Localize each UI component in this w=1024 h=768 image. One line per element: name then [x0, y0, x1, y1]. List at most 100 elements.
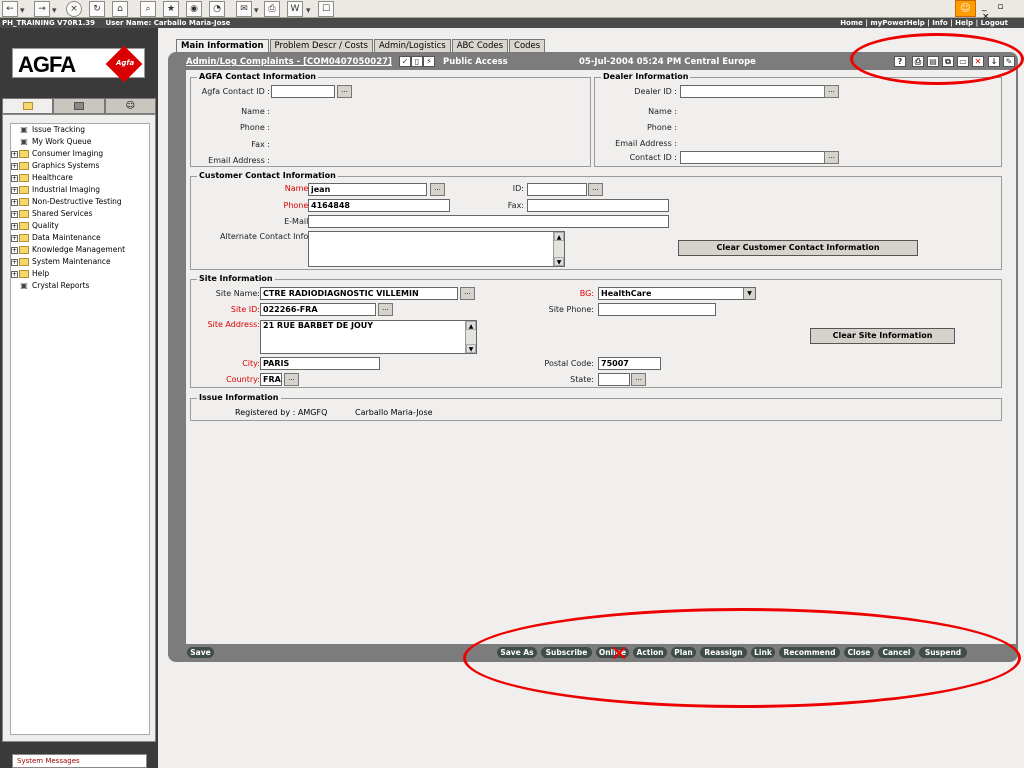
discuss-icon[interactable]: ☐ — [318, 1, 334, 17]
nav-item-label: My Work Queue — [32, 137, 92, 146]
expand-icon[interactable]: + — [11, 270, 18, 278]
header-links[interactable]: Home | myPowerHelp | Info | Help | Logou… — [840, 19, 1008, 27]
expand-icon[interactable]: + — [11, 162, 18, 170]
clear-customer-contact-button[interactable]: Clear Customer Contact Information — [678, 240, 918, 256]
flag-icon[interactable]: ✓ — [399, 56, 411, 67]
city-input[interactable]: PARIS — [260, 357, 380, 370]
window-controls[interactable]: _ ▫ × — [982, 2, 1022, 22]
expand-icon[interactable]: + — [11, 246, 18, 254]
chevron-down-icon[interactable]: ▼ — [743, 288, 755, 299]
tab[interactable]: Codes — [509, 39, 546, 53]
link-icon[interactable]: ⚡ — [423, 56, 435, 67]
customer-alt-contact-textarea[interactable]: ▲ ▼ — [308, 231, 565, 267]
customer-email-input[interactable] — [308, 215, 669, 228]
nav-item[interactable]: + Data Maintenance — [11, 232, 149, 244]
expand-icon[interactable]: + — [11, 234, 18, 242]
expand-icon[interactable]: + — [11, 258, 18, 266]
dealer-id-input[interactable] — [680, 85, 825, 98]
nav-item[interactable]: ▣ Issue Tracking — [11, 124, 149, 136]
system-messages[interactable]: System Messages — [12, 754, 147, 768]
nav-item[interactable]: + Help — [11, 268, 149, 280]
expand-icon[interactable]: + — [11, 150, 18, 158]
bg-select[interactable]: HealthCare ▼ — [598, 287, 756, 300]
nav-item[interactable]: + Healthcare — [11, 172, 149, 184]
nav-item[interactable]: + Industrial Imaging — [11, 184, 149, 196]
customer-name-input[interactable]: jean — [308, 183, 427, 196]
scroll-down-icon[interactable]: ▼ — [554, 257, 564, 266]
record-title[interactable]: Admin/Log Complaints - [COM0407050027] — [186, 55, 392, 69]
favorites-icon[interactable]: ★ — [163, 1, 179, 17]
print-icon[interactable]: ⎙ — [264, 1, 280, 17]
nav-tab-user[interactable]: ☺ — [104, 98, 156, 114]
tab[interactable]: Admin/Logistics — [373, 39, 451, 53]
site-address-textarea[interactable]: 21 RUE BARBET DE JOUY ▲ ▼ — [260, 320, 477, 354]
postal-code-input[interactable]: 75007 — [598, 357, 661, 370]
nav-item[interactable]: ▣ Crystal Reports — [11, 280, 149, 292]
scroll-down-icon[interactable]: ▼ — [466, 344, 476, 353]
edit-dropdown-icon[interactable]: ▾ — [306, 6, 311, 16]
nav-item[interactable]: + Consumer Imaging — [11, 148, 149, 160]
agfa-contact-id-input[interactable] — [271, 85, 335, 98]
forward-dropdown-icon[interactable]: ▾ — [52, 6, 57, 16]
customer-phone-input[interactable]: 4164848 — [308, 199, 450, 212]
site-id-lookup-button[interactable]: ... — [378, 303, 393, 316]
nav-item[interactable]: + Knowledge Management — [11, 244, 149, 256]
edit-icon[interactable]: W — [287, 1, 303, 17]
mail-dropdown-icon[interactable]: ▾ — [254, 6, 259, 16]
page-icon: ▣ — [20, 125, 28, 134]
folder-icon — [19, 174, 29, 182]
media-icon[interactable]: ◉ — [186, 1, 202, 17]
expand-icon[interactable]: + — [11, 222, 18, 230]
stop-icon[interactable]: × — [66, 1, 82, 17]
site-phone-input[interactable] — [598, 303, 716, 316]
dealer-contact-lookup-button[interactable]: ... — [824, 151, 839, 164]
mail-icon[interactable]: ✉ — [236, 1, 252, 17]
site-id-input[interactable]: 022266-FRA — [260, 303, 376, 316]
tab[interactable]: Problem Descr / Costs — [269, 39, 373, 53]
expand-icon[interactable]: + — [11, 174, 18, 182]
forward-icon[interactable]: → — [34, 1, 50, 17]
search-icon[interactable]: ⌕ — [140, 1, 156, 17]
tab[interactable]: ABC Codes — [451, 39, 509, 53]
nav-item[interactable]: + Shared Services — [11, 208, 149, 220]
scrollbar[interactable]: ▲ ▼ — [465, 321, 476, 353]
expand-icon[interactable]: + — [11, 186, 18, 194]
back-dropdown-icon[interactable]: ▾ — [20, 6, 25, 16]
state-input[interactable] — [598, 373, 630, 386]
save-button[interactable]: Save — [187, 647, 214, 658]
state-lookup-button[interactable]: ... — [631, 373, 646, 386]
agfa-contact-lookup-button[interactable]: ... — [337, 85, 352, 98]
site-name-input[interactable]: CTRE RADIODIAGNOSTIC VILLEMIN — [260, 287, 458, 300]
country-lookup-button[interactable]: ... — [284, 373, 299, 386]
clear-site-information-button[interactable]: Clear Site Information — [810, 328, 955, 344]
scrollbar[interactable]: ▲ ▼ — [553, 232, 564, 266]
customer-id-lookup-button[interactable]: ... — [588, 183, 603, 196]
attach-icon[interactable]: ▯ — [411, 56, 423, 67]
home-icon[interactable]: ⌂ — [112, 1, 128, 17]
nav-item[interactable]: ▣ My Work Queue — [11, 136, 149, 148]
dealer-contact-id-input[interactable] — [680, 151, 825, 164]
nav-item[interactable]: + Non-Destructive Testing — [11, 196, 149, 208]
customer-fax-label: Fax: — [507, 201, 524, 210]
nav-tab-tree[interactable] — [2, 98, 54, 114]
nav-item[interactable]: + Quality — [11, 220, 149, 232]
history-icon[interactable]: ◔ — [209, 1, 225, 17]
expand-icon[interactable]: + — [11, 198, 18, 206]
nav-item[interactable]: + Graphics Systems — [11, 160, 149, 172]
expand-icon[interactable]: + — [11, 210, 18, 218]
nav-item[interactable]: + System Maintenance — [11, 256, 149, 268]
customer-name-lookup-button[interactable]: ... — [430, 183, 445, 196]
tab[interactable]: Main Information — [176, 39, 269, 53]
messenger-icon[interactable]: ☺ — [955, 0, 976, 17]
country-input[interactable]: FRA — [260, 373, 282, 386]
nav-tab-folders[interactable] — [53, 98, 105, 114]
dealer-lookup-button[interactable]: ... — [824, 85, 839, 98]
refresh-icon[interactable]: ↻ — [89, 1, 105, 17]
scroll-up-icon[interactable]: ▲ — [554, 232, 564, 241]
back-icon[interactable]: ← — [2, 1, 18, 17]
agfa-name-label: Name : — [241, 107, 270, 116]
customer-id-input[interactable] — [527, 183, 587, 196]
site-name-lookup-button[interactable]: ... — [460, 287, 475, 300]
scroll-up-icon[interactable]: ▲ — [466, 321, 476, 330]
customer-fax-input[interactable] — [527, 199, 669, 212]
